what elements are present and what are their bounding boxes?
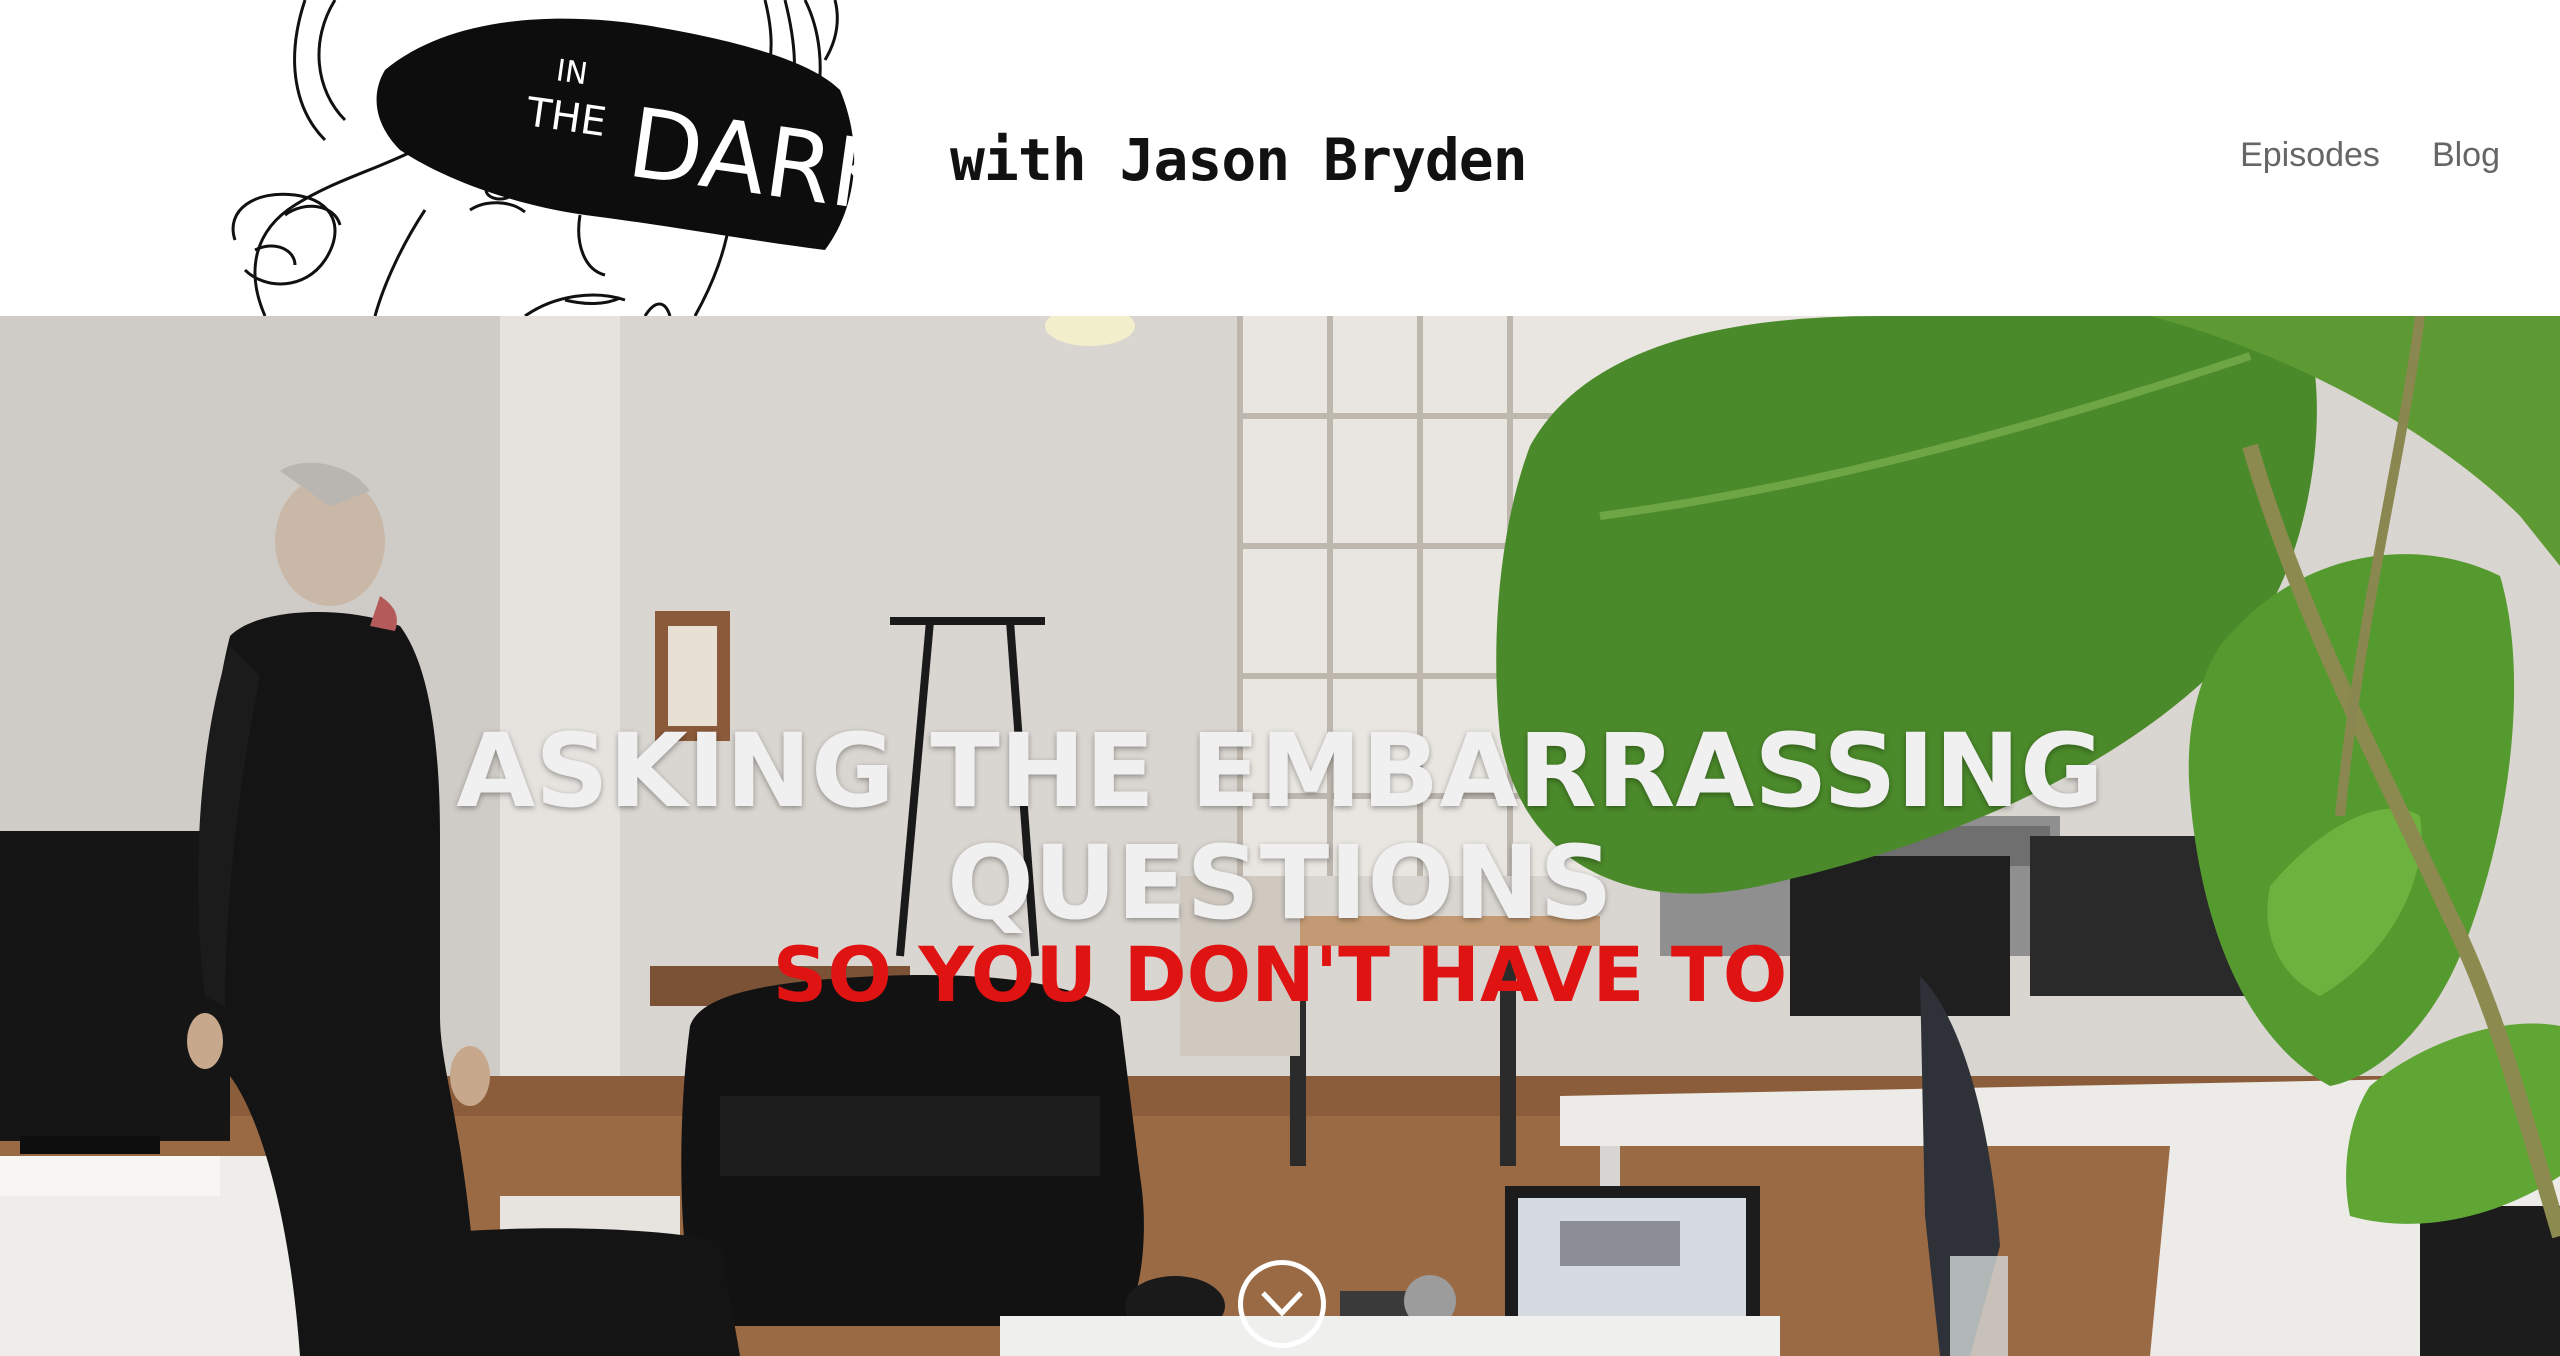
logo-illustration: IN THE DARK <box>231 0 904 318</box>
nav-link-episodes[interactable]: Episodes <box>2240 136 2380 175</box>
hero-headline: ASKING THE EMBARRASSING QUESTIONS <box>0 716 2560 940</box>
hero-headline-line1: ASKING THE EMBARRASSING <box>456 712 2104 831</box>
hero-subline: SO YOU DON'T HAVE TO <box>772 930 1788 1019</box>
chevron-down-icon <box>1261 1291 1303 1317</box>
scroll-down-button[interactable] <box>1238 1260 1326 1348</box>
nav-link-blog[interactable]: Blog <box>2432 136 2500 175</box>
logo-text-in: IN <box>554 53 590 92</box>
site-tagline: with Jason Bryden <box>950 126 1528 194</box>
hero-text-block: ASKING THE EMBARRASSING QUESTIONS SO YOU… <box>0 716 2560 1018</box>
main-nav: Episodes Blog <box>2240 136 2500 175</box>
hero-headline-line2: QUESTIONS <box>947 824 1613 943</box>
hero-section: ASKING THE EMBARRASSING QUESTIONS SO YOU… <box>0 316 2560 1356</box>
site-logo[interactable]: IN THE DARK <box>225 0 904 318</box>
site-header: IN THE DARK with Jason Bryden Episodes B… <box>0 0 2560 318</box>
